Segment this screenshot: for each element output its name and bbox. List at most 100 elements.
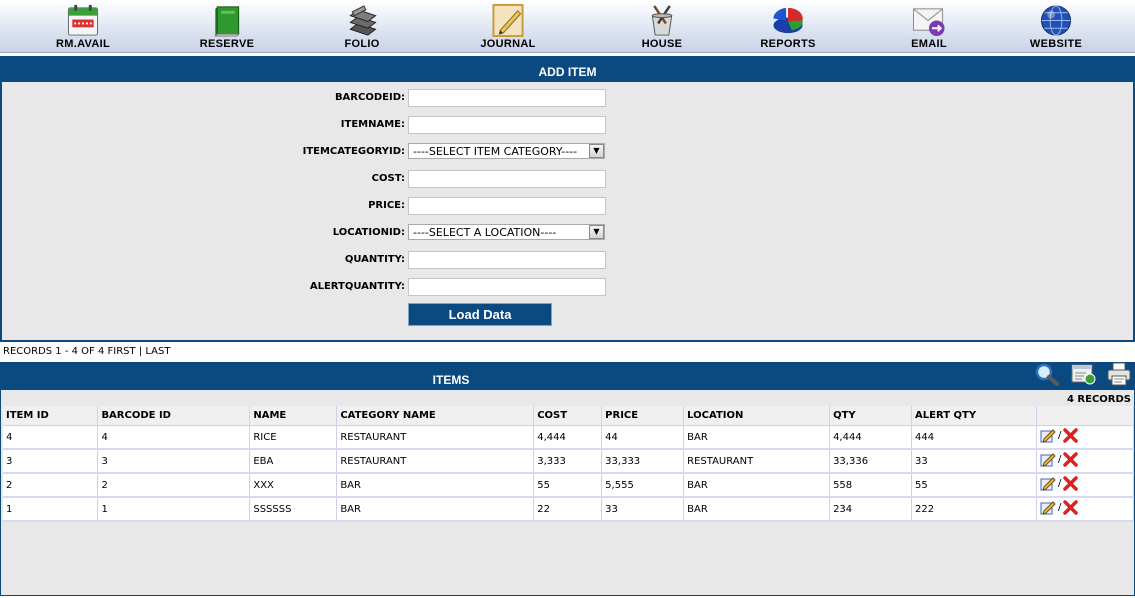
cell-qty: 4,444 <box>829 425 913 450</box>
action-separator: / <box>1057 430 1062 442</box>
delete-icon[interactable] <box>1063 428 1079 443</box>
load-data-button[interactable]: Load Data <box>408 303 552 326</box>
column-header-item-id[interactable]: ITEM ID <box>3 406 99 426</box>
cell-category-name: BAR <box>336 473 535 498</box>
last-page-link[interactable]: LAST <box>145 346 170 357</box>
cell-item-id: 3 <box>3 449 99 474</box>
chevron-down-icon[interactable]: ▼ <box>589 225 604 239</box>
chevron-down-icon[interactable]: ▼ <box>589 144 604 158</box>
column-header-category-name[interactable]: CATEGORY NAME <box>336 406 535 426</box>
cell-name: EBA <box>249 449 338 474</box>
pagination: RECORDS 1 - 4 OF 4 FIRST | LAST <box>3 346 170 357</box>
toolbar-rm-avail[interactable]: RM.AVAIL <box>33 4 133 50</box>
cost-row: COST: <box>2 170 702 190</box>
table-row: 4 4 RICE RESTAURANT 4,444 44 BAR 4,444 4… <box>3 425 1135 450</box>
column-header-alert-qty[interactable]: ALERT QTY <box>911 406 1037 426</box>
toolbar-reserve[interactable]: RESERVE <box>177 4 277 50</box>
column-header-name[interactable]: NAME <box>249 406 338 426</box>
price-input[interactable] <box>408 197 606 215</box>
locationid-select[interactable]: ----SELECT A LOCATION---- ▼ <box>408 224 605 240</box>
toolbar-label: EMAIL <box>911 38 947 50</box>
toolbar-folio[interactable]: FOLIO <box>312 4 412 50</box>
toolbar-house[interactable]: HOUSE <box>612 4 712 50</box>
toolbar-label: WEBSITE <box>1029 38 1083 50</box>
column-header-qty[interactable]: QTY <box>829 406 913 426</box>
delete-icon[interactable] <box>1063 452 1079 467</box>
first-page-link[interactable]: FIRST <box>108 346 136 357</box>
column-header-barcode-id[interactable]: BARCODE ID <box>97 406 251 426</box>
cell-qty: 234 <box>829 497 913 522</box>
calendar-icon <box>67 4 99 36</box>
locationid-label: LOCATIONID: <box>332 227 405 238</box>
cost-label: COST: <box>371 173 405 184</box>
table-row: 3 3 EBA RESTAURANT 3,333 33,333 RESTAURA… <box>3 449 1135 474</box>
items-header: ITEMS <box>1 362 1134 390</box>
itemcategoryid-select[interactable]: ----SELECT ITEM CATEGORY---- ▼ <box>408 143 605 159</box>
cell-barcode-id: 3 <box>97 449 251 474</box>
export-icon[interactable] <box>1070 362 1096 386</box>
column-header-cost[interactable]: COST <box>533 406 603 426</box>
delete-icon[interactable] <box>1063 476 1079 491</box>
print-icon[interactable] <box>1106 362 1132 386</box>
toolbar-journal[interactable]: JOURNAL <box>458 4 558 50</box>
records-count: 4 RECORDS <box>1066 394 1131 405</box>
cleaning-bucket-icon <box>651 5 673 36</box>
items-panel: ITEMS 4 RECORDS ITEM ID BARCODE ID NAME … <box>0 362 1135 596</box>
cell-price: 33 <box>601 497 685 522</box>
cell-actions: / <box>1036 473 1135 498</box>
add-item-title: ADD ITEM <box>2 56 1133 82</box>
quantity-input[interactable] <box>408 251 606 269</box>
cell-actions: / <box>1036 425 1135 450</box>
edit-icon[interactable] <box>1040 501 1056 515</box>
alertquantity-input[interactable] <box>408 278 606 296</box>
toolbar-reports[interactable]: REPORTS <box>738 4 838 50</box>
cell-actions: / <box>1036 449 1135 474</box>
barcodeid-input[interactable] <box>408 89 606 107</box>
price-row: PRICE: <box>2 197 702 217</box>
toolbar-website[interactable]: WEBSITE <box>1006 4 1106 50</box>
cell-name: SSSSSS <box>249 497 338 522</box>
locationid-selected-value: ----SELECT A LOCATION---- <box>413 226 557 239</box>
edit-icon[interactable] <box>1040 429 1056 443</box>
toolbar-label: REPORTS <box>760 38 816 50</box>
itemcategoryid-row: ITEMCATEGORYID: ----SELECT ITEM CATEGORY… <box>2 143 702 163</box>
column-header-location[interactable]: LOCATION <box>683 406 831 426</box>
book-icon <box>214 6 240 37</box>
add-item-panel: ADD ITEM BARCODEID: ITEMNAME: ITEMCATEGO… <box>0 56 1135 342</box>
action-separator: / <box>1057 478 1062 490</box>
cell-actions: / <box>1036 497 1135 522</box>
toolbar-label: RM.AVAIL <box>56 38 110 50</box>
items-title: ITEMS <box>432 373 470 387</box>
barcodeid-label: BARCODEID: <box>334 92 405 103</box>
cell-price: 33,333 <box>601 449 685 474</box>
column-header-price[interactable]: PRICE <box>601 406 685 426</box>
pagination-separator: | <box>138 346 143 357</box>
toolbar-email[interactable]: EMAIL <box>879 4 979 50</box>
cell-name: XXX <box>249 473 338 498</box>
cell-alert-qty: 444 <box>911 425 1037 450</box>
cell-location: BAR <box>683 497 831 522</box>
cell-cost: 22 <box>533 497 603 522</box>
edit-icon[interactable] <box>1040 453 1056 467</box>
cell-qty: 33,336 <box>829 449 913 474</box>
records-summary: RECORDS 1 - 4 OF 4 <box>3 346 105 357</box>
table-row: 2 2 XXX BAR 55 5,555 BAR 558 55 / <box>3 473 1135 498</box>
itemname-input[interactable] <box>408 116 606 134</box>
delete-icon[interactable] <box>1063 500 1079 515</box>
search-icon[interactable] <box>1034 362 1060 386</box>
itemname-label: ITEMNAME: <box>340 119 405 130</box>
locationid-row: LOCATIONID: ----SELECT A LOCATION---- ▼ <box>2 224 702 244</box>
globe-icon <box>1040 5 1072 36</box>
envelope-icon <box>912 8 945 37</box>
edit-icon[interactable] <box>1040 477 1056 491</box>
toolbar-label: JOURNAL <box>480 38 536 50</box>
cell-alert-qty: 55 <box>911 473 1037 498</box>
cell-barcode-id: 4 <box>97 425 251 450</box>
cell-category-name: RESTAURANT <box>336 449 535 474</box>
column-header-actions <box>1036 406 1135 426</box>
main-toolbar: RM.AVAIL RESERVE FOLIO JOURNAL HOUSE REP… <box>0 0 1135 53</box>
stack-icon <box>349 5 377 36</box>
cell-cost: 4,444 <box>533 425 603 450</box>
cost-input[interactable] <box>408 170 606 188</box>
itemcategoryid-label: ITEMCATEGORYID: <box>302 146 405 157</box>
